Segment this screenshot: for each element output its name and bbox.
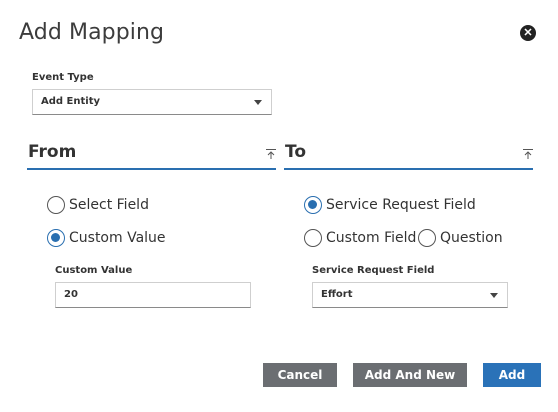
chevron-down-icon [490, 293, 498, 298]
radio-label: Service Request Field [326, 197, 476, 213]
from-section-underline [27, 168, 276, 170]
custom-value-label: Custom Value [55, 265, 133, 276]
collapse-icon[interactable] [522, 148, 534, 160]
radio-label: Question [440, 230, 503, 246]
radio-label: Custom Field [326, 230, 417, 246]
radio-label: Custom Value [69, 230, 166, 246]
radio-button[interactable] [304, 196, 322, 214]
radio-custom-field[interactable]: Custom Field [304, 229, 416, 247]
custom-value-text: 20 [64, 289, 78, 300]
radio-button[interactable] [304, 229, 322, 247]
to-heading: To [285, 142, 307, 162]
service-request-field-value: Effort [321, 289, 353, 300]
event-type-label: Event Type [32, 72, 94, 83]
service-request-field-select[interactable]: Effort [312, 282, 508, 308]
to-section-underline [284, 168, 533, 170]
service-request-field-label: Service Request Field [312, 265, 435, 276]
event-type-value: Add Entity [41, 96, 100, 107]
radio-custom-value[interactable]: Custom Value [47, 229, 166, 247]
radio-select-field[interactable]: Select Field [47, 196, 149, 214]
radio-button[interactable] [47, 229, 65, 247]
radio-label: Select Field [69, 197, 149, 213]
radio-service-request-field[interactable]: Service Request Field [304, 196, 476, 214]
dialog-title: Add Mapping [19, 20, 165, 45]
event-type-select[interactable]: Add Entity [32, 89, 272, 115]
chevron-down-icon [254, 100, 262, 105]
from-heading: From [28, 142, 77, 162]
add-button[interactable]: Add [483, 363, 541, 387]
radio-button[interactable] [418, 229, 436, 247]
cancel-button[interactable]: Cancel [263, 363, 337, 387]
radio-button[interactable] [47, 196, 65, 214]
custom-value-input[interactable]: 20 [55, 282, 251, 308]
add-and-new-button[interactable]: Add And New [353, 363, 467, 387]
collapse-icon[interactable] [265, 148, 277, 160]
radio-question[interactable]: Question [418, 229, 503, 247]
close-icon[interactable]: ✕ [520, 25, 536, 41]
